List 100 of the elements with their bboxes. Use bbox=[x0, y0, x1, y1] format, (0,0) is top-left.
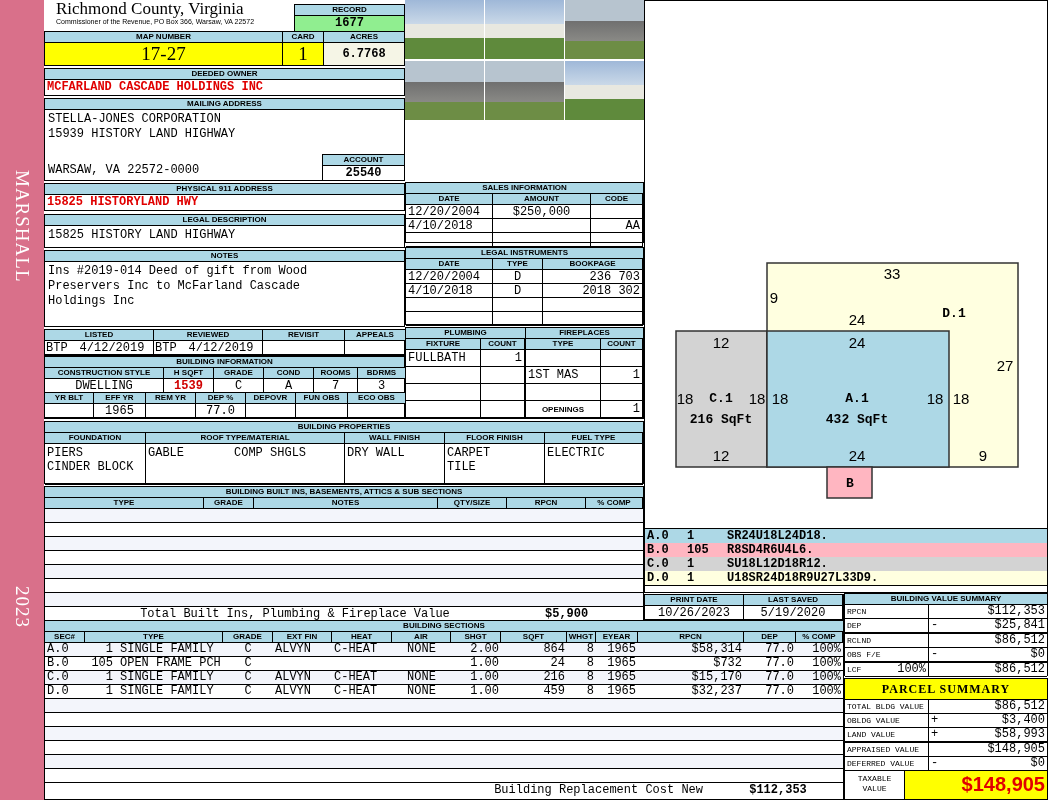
table-cell: ALVYN bbox=[275, 642, 311, 656]
table-cell: NONE bbox=[407, 670, 436, 684]
table-cell: 2.00 bbox=[470, 642, 499, 656]
table-cell: 8 bbox=[586, 670, 594, 684]
field-value: 77.0 bbox=[206, 404, 235, 418]
field-label: ACRES bbox=[324, 32, 404, 43]
property-value: PIERS bbox=[47, 446, 84, 460]
instrument-date: 12/20/2004 bbox=[408, 270, 480, 284]
field-label: EFF YR bbox=[94, 393, 146, 404]
amount-value: $148,905 bbox=[987, 743, 1045, 756]
amount-value: $0 bbox=[1030, 757, 1045, 770]
section-type: SINGLE FAMILY bbox=[120, 684, 214, 698]
section-code: 1 bbox=[104, 671, 113, 684]
sign-symbol: - bbox=[931, 757, 939, 770]
amount-value: $86,512 bbox=[994, 634, 1045, 647]
sign-symbol: - bbox=[931, 648, 939, 661]
dimension-label: 18 bbox=[952, 389, 970, 407]
value-label: DEP bbox=[847, 620, 862, 632]
table-cell: 8 bbox=[586, 642, 594, 656]
table-cell: C bbox=[244, 642, 252, 656]
area-label: B bbox=[846, 475, 854, 491]
section-id: B.0 bbox=[647, 543, 670, 557]
table-cell: 1.00 bbox=[470, 670, 499, 684]
table-cell: NONE bbox=[407, 642, 436, 656]
field-label: COUNT bbox=[481, 339, 525, 350]
table-cell: 77.0 bbox=[765, 670, 794, 684]
field-label: % COMP bbox=[796, 632, 843, 643]
field-label: CONSTRUCTION STYLE bbox=[45, 368, 164, 379]
table-cell: 1.00 bbox=[470, 656, 499, 670]
field-label: LEGAL DESCRIPTION bbox=[45, 215, 404, 226]
field-label: FUEL TYPE bbox=[545, 433, 643, 444]
table-cell: ALVYN bbox=[275, 684, 311, 698]
amount-value: $25,841 bbox=[994, 619, 1045, 632]
dimension-label: 24 bbox=[848, 310, 866, 328]
dimension-label: 12 bbox=[712, 446, 730, 464]
table-cell: C-HEAT bbox=[334, 670, 378, 684]
total-value: $5,900 bbox=[545, 607, 590, 622]
field-label: REVIEWED bbox=[154, 330, 263, 341]
field-label: DEP % bbox=[196, 393, 246, 404]
field-label: FUN OBS bbox=[296, 393, 348, 404]
owner-name: MCFARLAND CASCADE HOLDINGS INC bbox=[46, 80, 265, 95]
field-label: REM YR bbox=[146, 393, 196, 404]
field-value: 1539 bbox=[174, 379, 203, 393]
reviewer-initials: BTP bbox=[46, 341, 68, 354]
field-label: NOTES bbox=[45, 251, 404, 263]
section-title: BUILDING SECTIONS bbox=[45, 621, 843, 632]
field-label: COUNT bbox=[601, 339, 643, 350]
table-cell: B.0 bbox=[47, 656, 69, 670]
sale-code: AA bbox=[625, 219, 640, 233]
dimension-label: 24 bbox=[848, 446, 866, 464]
fireplace-count: 1 bbox=[632, 368, 640, 382]
table-cell: 8 bbox=[586, 656, 594, 670]
section-type: SINGLE FAMILY bbox=[120, 642, 214, 656]
amount-value: $86,512 bbox=[994, 663, 1045, 676]
fixture-name: FULLBATH bbox=[408, 351, 466, 365]
field-label: ROOMS bbox=[314, 368, 358, 379]
review-date: 4/12/2019 bbox=[79, 341, 145, 354]
section-code: 1 bbox=[687, 529, 696, 543]
table-cell: 77.0 bbox=[765, 656, 794, 670]
total-label: Building Replacement Cost New bbox=[493, 783, 704, 798]
table-cell: 100% bbox=[812, 642, 841, 656]
table-cell: 100% bbox=[812, 684, 841, 698]
field-label: RPCN bbox=[638, 632, 744, 643]
account-number: 25540 bbox=[344, 166, 383, 180]
fireplace-type: 1ST MAS bbox=[528, 368, 579, 382]
section-title: BUILDING PROPERTIES bbox=[45, 422, 643, 433]
property-value: GABLE bbox=[148, 446, 184, 462]
field-label: TYPE bbox=[45, 498, 204, 509]
section-code: 1 bbox=[687, 557, 696, 571]
field-label: AMOUNT bbox=[493, 194, 591, 205]
field-label: FIXTURE bbox=[406, 339, 481, 350]
value-label: APPRAISED VALUE bbox=[847, 744, 919, 756]
field-label: COND bbox=[264, 368, 314, 379]
reviewer-initials: BTP bbox=[155, 341, 177, 354]
field-label: RPCN bbox=[507, 498, 586, 509]
field-label: APPEALS bbox=[345, 330, 406, 341]
amount-value: $0 bbox=[1030, 648, 1045, 661]
table-cell: 8 bbox=[586, 684, 594, 698]
review-date: 4/12/2019 bbox=[188, 341, 254, 354]
dimension-label: 9 bbox=[769, 288, 779, 306]
instrument-bookpage: 236 703 bbox=[589, 270, 640, 284]
amount-value: $58,993 bbox=[994, 728, 1045, 741]
field-label: FLOOR FINISH bbox=[445, 433, 545, 444]
property-value: CARPET bbox=[447, 446, 492, 460]
table-cell: $15,170 bbox=[691, 670, 742, 684]
section-id: A.0 bbox=[647, 529, 670, 543]
physical-address: 15825 HISTORYLAND HWY bbox=[46, 195, 200, 210]
property-value: DRY WALL bbox=[347, 446, 406, 460]
section-type: SINGLE FAMILY bbox=[120, 670, 214, 684]
table-cell: C bbox=[244, 656, 252, 670]
field-label: ACCOUNT bbox=[323, 155, 404, 166]
table-cell: C-HEAT bbox=[334, 684, 378, 698]
table-cell: 100% bbox=[812, 670, 841, 684]
sketch-vectors: SR24U18L24D18. bbox=[727, 529, 829, 543]
field-label: DATE bbox=[406, 259, 493, 270]
field-label: % COMP bbox=[586, 498, 643, 509]
date-value: 5/19/2020 bbox=[760, 606, 826, 620]
field-label: LAST SAVED bbox=[744, 595, 843, 606]
sketch-vectors: U18SR24D18R9U27L33D9. bbox=[727, 571, 880, 585]
amount-value: $3,400 bbox=[1001, 714, 1045, 727]
